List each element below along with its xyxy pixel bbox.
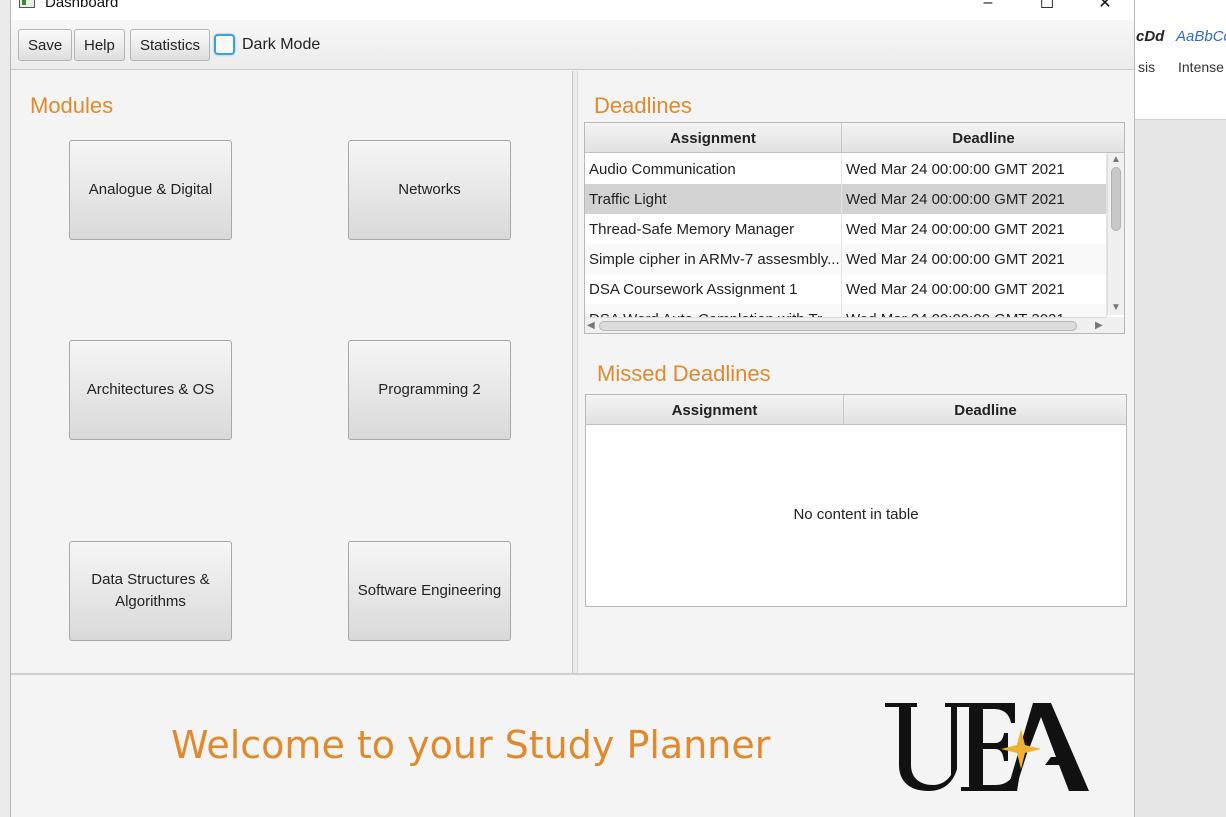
column-header-deadline[interactable]: Deadline: [842, 123, 1124, 153]
column-header-deadline[interactable]: Deadline: [844, 395, 1126, 425]
save-button[interactable]: Save: [18, 29, 73, 61]
style-name-emphasis: sis: [1138, 59, 1156, 75]
scroll-down-icon[interactable]: ▼: [1111, 303, 1121, 313]
deadline-cell: Wed Mar 24 00:00:00 GMT 2021: [842, 184, 1107, 214]
assignment-cell: Thread-Safe Memory Manager: [585, 214, 842, 244]
dashboard-window: Dashboard – ☐ ✕ Save Help Statistics Dar…: [10, 0, 1135, 817]
scroll-right-icon[interactable]: ▶: [1095, 321, 1103, 331]
maximize-button[interactable]: ☐: [1024, 0, 1070, 14]
app-icon: [19, 0, 35, 8]
welcome-banner: Welcome to your Study Planner: [11, 673, 1134, 817]
style-sample-intense[interactable]: AaBbCc: [1176, 28, 1226, 45]
style-sample-emphasis[interactable]: cDd: [1136, 28, 1164, 45]
modules-pane: Modules Analogue & Digital Networks Arch…: [11, 71, 573, 673]
table-row[interactable]: Thread-Safe Memory Manager Wed Mar 24 00:…: [585, 214, 1107, 244]
modules-title: Modules: [30, 93, 114, 118]
horizontal-scroll-thumb[interactable]: [599, 321, 1077, 331]
help-button[interactable]: Help: [74, 29, 125, 61]
assignment-cell: Audio Communication: [585, 154, 842, 184]
vertical-scroll-thumb[interactable]: [1111, 167, 1121, 231]
title-bar: Dashboard – ☐ ✕: [11, 0, 1134, 20]
vertical-scrollbar[interactable]: ▲ ▼: [1107, 153, 1124, 315]
assignment-cell: Simple cipher in ARMv-7 assesmbly...: [585, 244, 842, 274]
assignment-cell: Traffic Light: [585, 184, 842, 214]
empty-table-message: No content in table: [793, 506, 919, 523]
module-data-structures-algorithms-button[interactable]: Data Structures & Algorithms: [69, 541, 232, 641]
missed-deadlines-title: Missed Deadlines: [597, 361, 771, 386]
style-name-intense: Intense: [1178, 59, 1224, 75]
deadline-cell: Wed Mar 24 00:00:00 GMT 2021: [842, 274, 1107, 304]
scroll-corner: [1107, 317, 1124, 333]
horizontal-scrollbar[interactable]: ◀ ▶: [585, 317, 1107, 333]
table-row[interactable]: Traffic Light Wed Mar 24 00:00:00 GMT 202…: [585, 184, 1107, 214]
deadlines-title: Deadlines: [594, 93, 692, 118]
deadline-cell: Wed Mar 24 00:00:00 GMT 2021: [842, 214, 1107, 244]
deadlines-table-header: Assignment Deadline: [585, 123, 1124, 153]
window-title: Dashboard: [45, 0, 119, 11]
column-header-assignment[interactable]: Assignment: [586, 395, 844, 425]
close-button[interactable]: ✕: [1082, 0, 1128, 14]
deadlines-pane: Deadlines Assignment Deadline Audio Comm…: [578, 71, 1134, 673]
minimize-button[interactable]: –: [965, 0, 1011, 14]
deadline-cell: Wed Mar 24 00:00:00 GMT 2021: [842, 244, 1107, 274]
uea-logo: [885, 703, 1089, 791]
background-window-left: [0, 0, 10, 817]
table-row[interactable]: DSA Coursework Assignment 1 Wed Mar 24 00…: [585, 274, 1107, 304]
deadlines-table: Assignment Deadline Audio Communication W…: [584, 122, 1125, 334]
column-header-assignment[interactable]: Assignment: [585, 123, 842, 153]
module-analogue-digital-button[interactable]: Analogue & Digital: [69, 140, 232, 240]
statistics-button[interactable]: Statistics: [130, 29, 211, 61]
background-ribbon: cDd AaBbCc sis Intense: [1134, 0, 1226, 120]
table-row[interactable]: Simple cipher in ARMv-7 assesmbly... Wed …: [585, 244, 1107, 274]
missed-deadlines-table-header: Assignment Deadline: [586, 395, 1126, 425]
module-architectures-os-button[interactable]: Architectures & OS: [69, 340, 232, 440]
dark-mode-label[interactable]: Dark Mode: [242, 36, 320, 54]
scroll-up-icon[interactable]: ▲: [1111, 155, 1121, 165]
module-programming-2-button[interactable]: Programming 2: [348, 340, 511, 440]
module-networks-button[interactable]: Networks: [348, 140, 511, 240]
missed-deadlines-table: Assignment Deadline No content in table: [585, 394, 1127, 607]
welcome-text: Welcome to your Study Planner: [171, 723, 771, 767]
scroll-left-icon[interactable]: ◀: [587, 321, 595, 331]
background-document-window: cDd AaBbCc sis Intense: [1134, 0, 1226, 817]
table-row[interactable]: Audio Communication Wed Mar 24 00:00:00 G…: [585, 154, 1107, 184]
dark-mode-checkbox[interactable]: [214, 34, 235, 55]
deadline-cell: Wed Mar 24 00:00:00 GMT 2021: [842, 154, 1107, 184]
assignment-cell: DSA Coursework Assignment 1: [585, 274, 842, 304]
module-software-engineering-button[interactable]: Software Engineering: [348, 541, 511, 641]
toolbar: Save Help Statistics Dark Mode: [11, 20, 1134, 70]
